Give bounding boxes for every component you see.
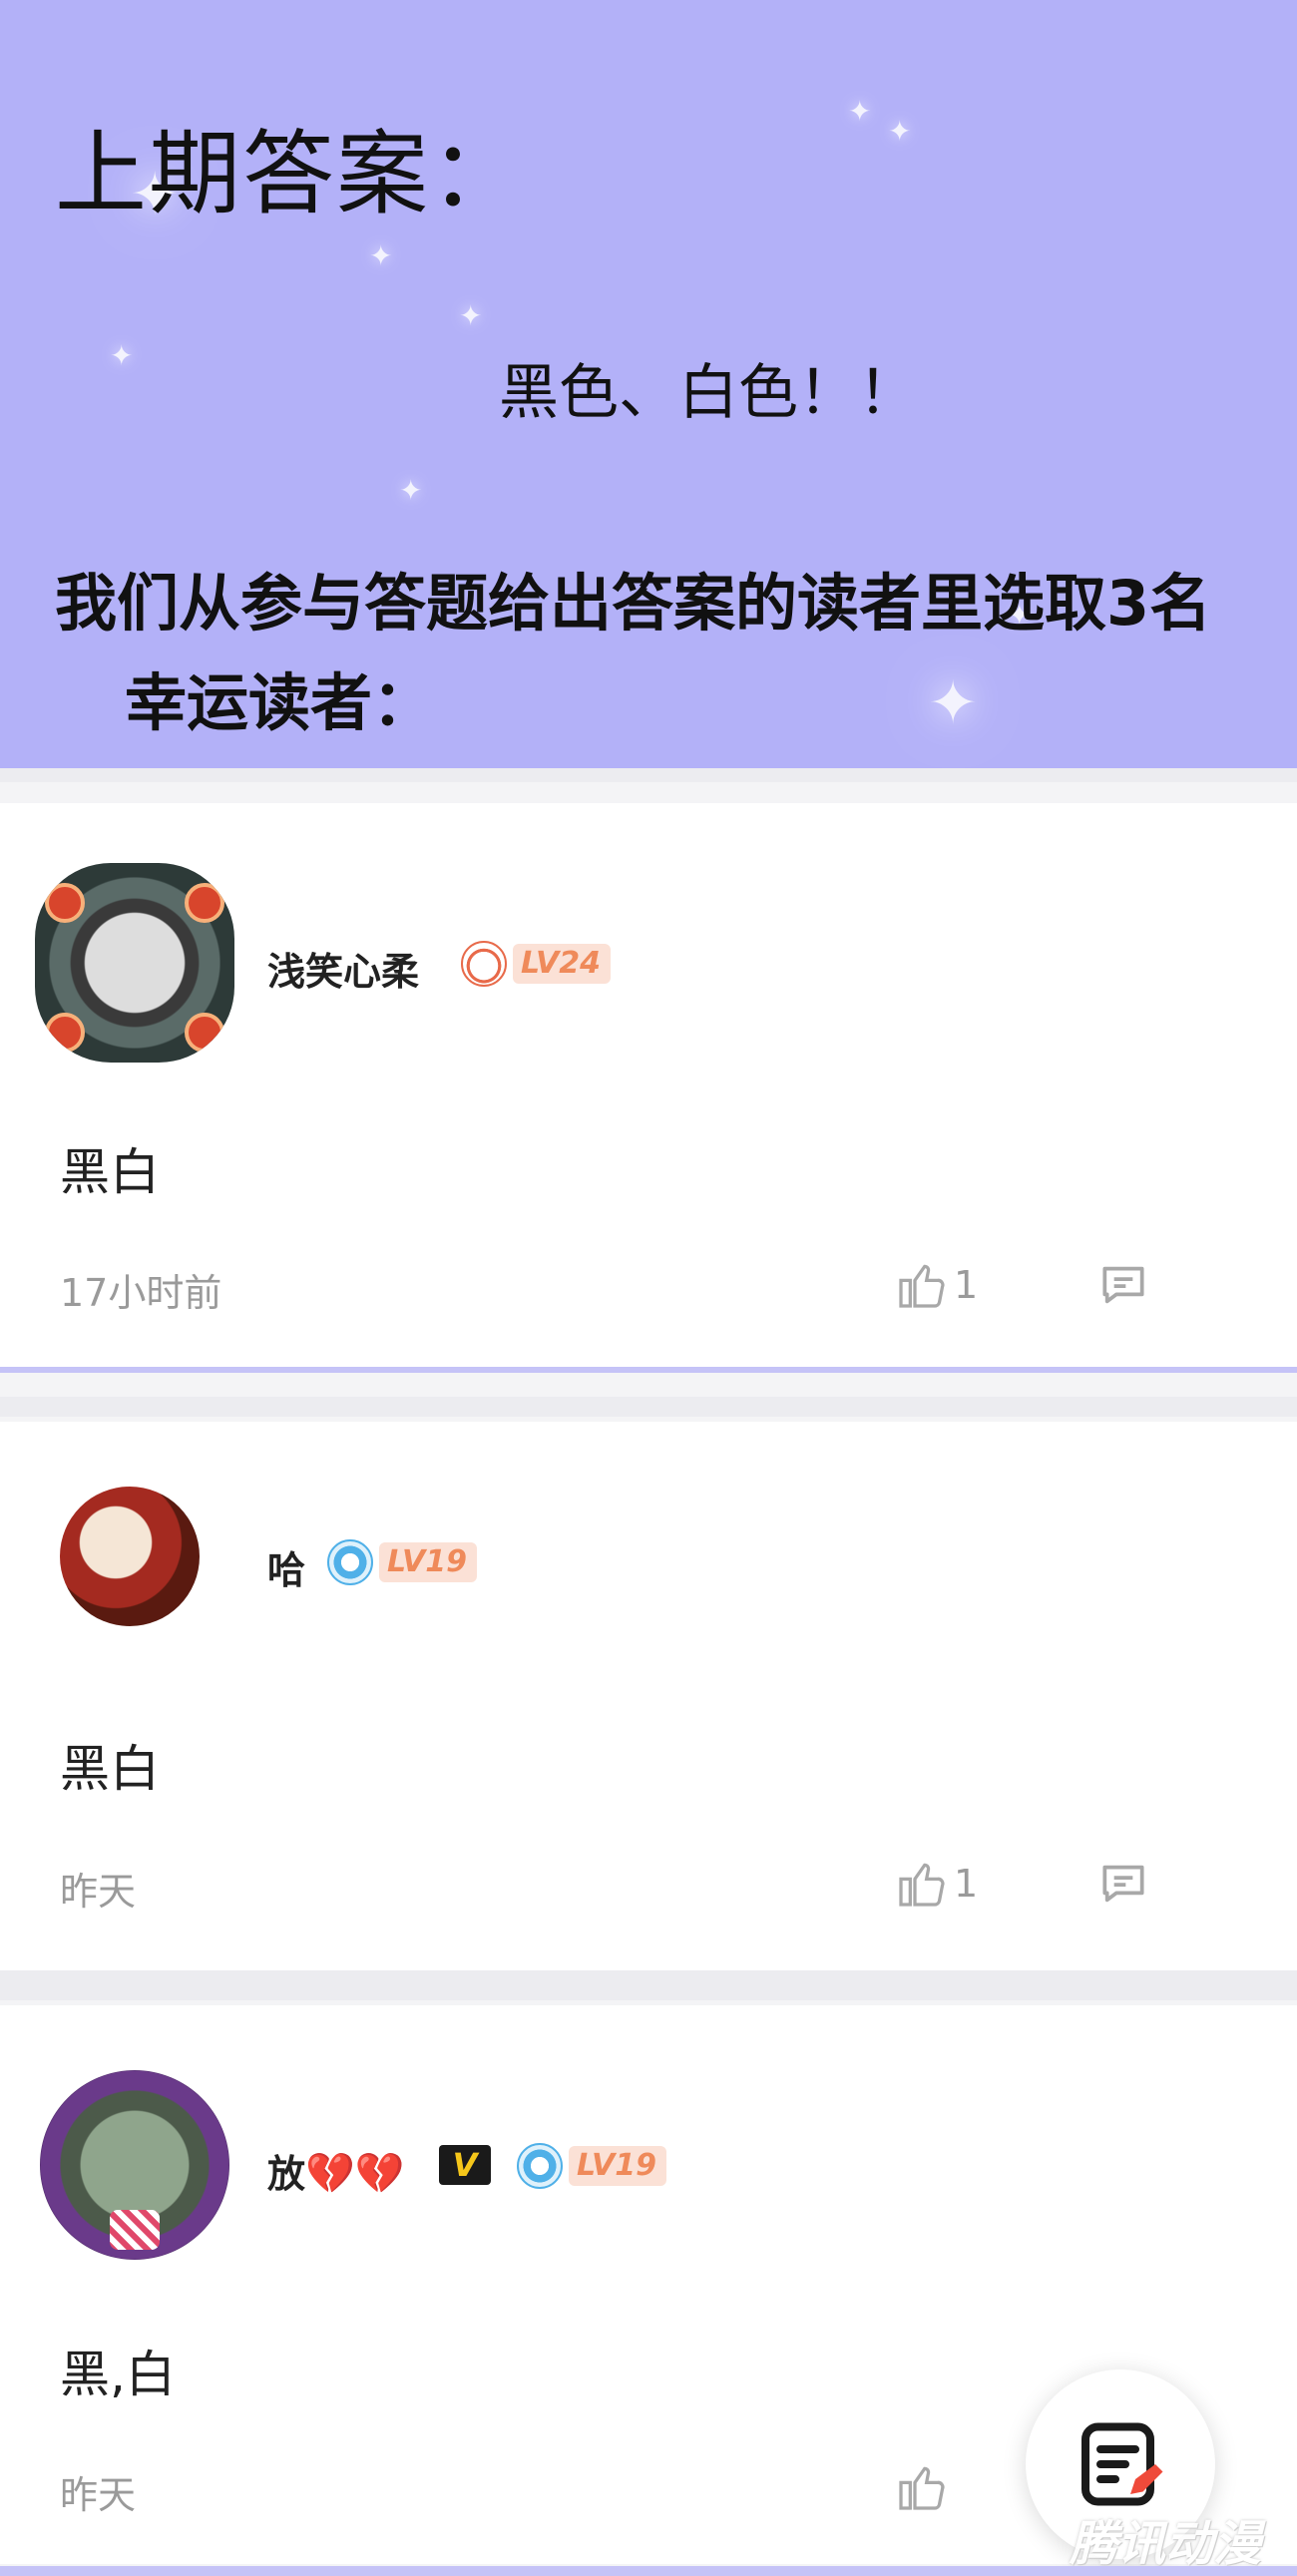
username[interactable]: 哈	[267, 1539, 305, 1594]
like-button[interactable]: 1	[894, 1856, 978, 1912]
comment-bubble-icon[interactable]	[1095, 1856, 1151, 1912]
sparkle-icon: ✦	[399, 474, 423, 507]
sparkle-icon: ✦	[888, 115, 912, 148]
divider	[0, 768, 1297, 782]
comment-bubble-icon[interactable]	[1095, 1257, 1151, 1313]
username[interactable]: 浅笑心柔	[267, 941, 419, 996]
like-button[interactable]	[894, 2459, 954, 2515]
avatar[interactable]	[40, 2070, 229, 2260]
avatar[interactable]	[60, 1487, 200, 1626]
thumbs-up-icon	[899, 2466, 945, 2510]
level-badge: LV19	[327, 1539, 477, 1585]
avatar[interactable]	[35, 863, 234, 1063]
glasses-badge-icon	[517, 2143, 563, 2189]
comment-time: 昨天	[60, 2473, 137, 2517]
username[interactable]: 放💔💔	[267, 2143, 405, 2198]
banner-description: 我们从参与答题给出答案的读者里选取3名 幸运读者：	[55, 554, 1272, 753]
banner-answer: 黑色、白色！！	[499, 358, 918, 428]
sparkle-icon: ✦	[459, 299, 483, 332]
level-badge: LV19	[517, 2143, 666, 2189]
answer-banner: ✦ ✦ ✦ ✦ ✦ ✦ ✦ ✦ ✦ 上期答案： 黑色、白色！！ 我们从参与答题给…	[0, 0, 1297, 768]
banner-title: 上期答案：	[55, 121, 525, 227]
sparkle-icon: ✦	[369, 239, 393, 272]
comment-text: 黑白	[60, 1740, 160, 1798]
level-badge: LV24	[461, 941, 611, 987]
sparkle-icon: ✦	[110, 339, 134, 372]
watermark-logo: 腾讯动漫	[1070, 2516, 1262, 2572]
like-count: 1	[954, 1263, 979, 1307]
like-count: 1	[954, 1862, 979, 1906]
thumbs-up-icon	[899, 1264, 945, 1308]
comment-time: 17小时前	[60, 1271, 222, 1315]
write-comment-icon	[1081, 2422, 1163, 2506]
comment-text: 黑,白	[60, 2346, 176, 2403]
comment-card: 浅笑心柔 LV24 黑白 17小时前 1	[0, 803, 1297, 1373]
sparkle-icon: ✦	[848, 95, 872, 128]
bottom-strip	[0, 2566, 1297, 2576]
broken-heart-icon: 💔💔	[305, 2151, 405, 2197]
comment-time: 昨天	[60, 1870, 137, 1914]
banner-description-line2: 幸运读者：	[125, 666, 435, 739]
comment-text: 黑白	[60, 1143, 160, 1201]
divider	[0, 1397, 1297, 1417]
comment-card: 哈 LV19 黑白 昨天 1	[0, 1422, 1297, 1970]
vip-badge: V	[439, 2145, 491, 2185]
banner-description-line1: 我们从参与答题给出答案的读者里选取3名	[55, 567, 1212, 640]
snowman-badge-icon	[461, 941, 507, 987]
like-button[interactable]: 1	[894, 1257, 978, 1313]
glasses-badge-icon	[327, 1539, 373, 1585]
thumbs-up-icon	[899, 1863, 945, 1907]
divider	[0, 1970, 1297, 2000]
bow-icon	[110, 2210, 160, 2250]
